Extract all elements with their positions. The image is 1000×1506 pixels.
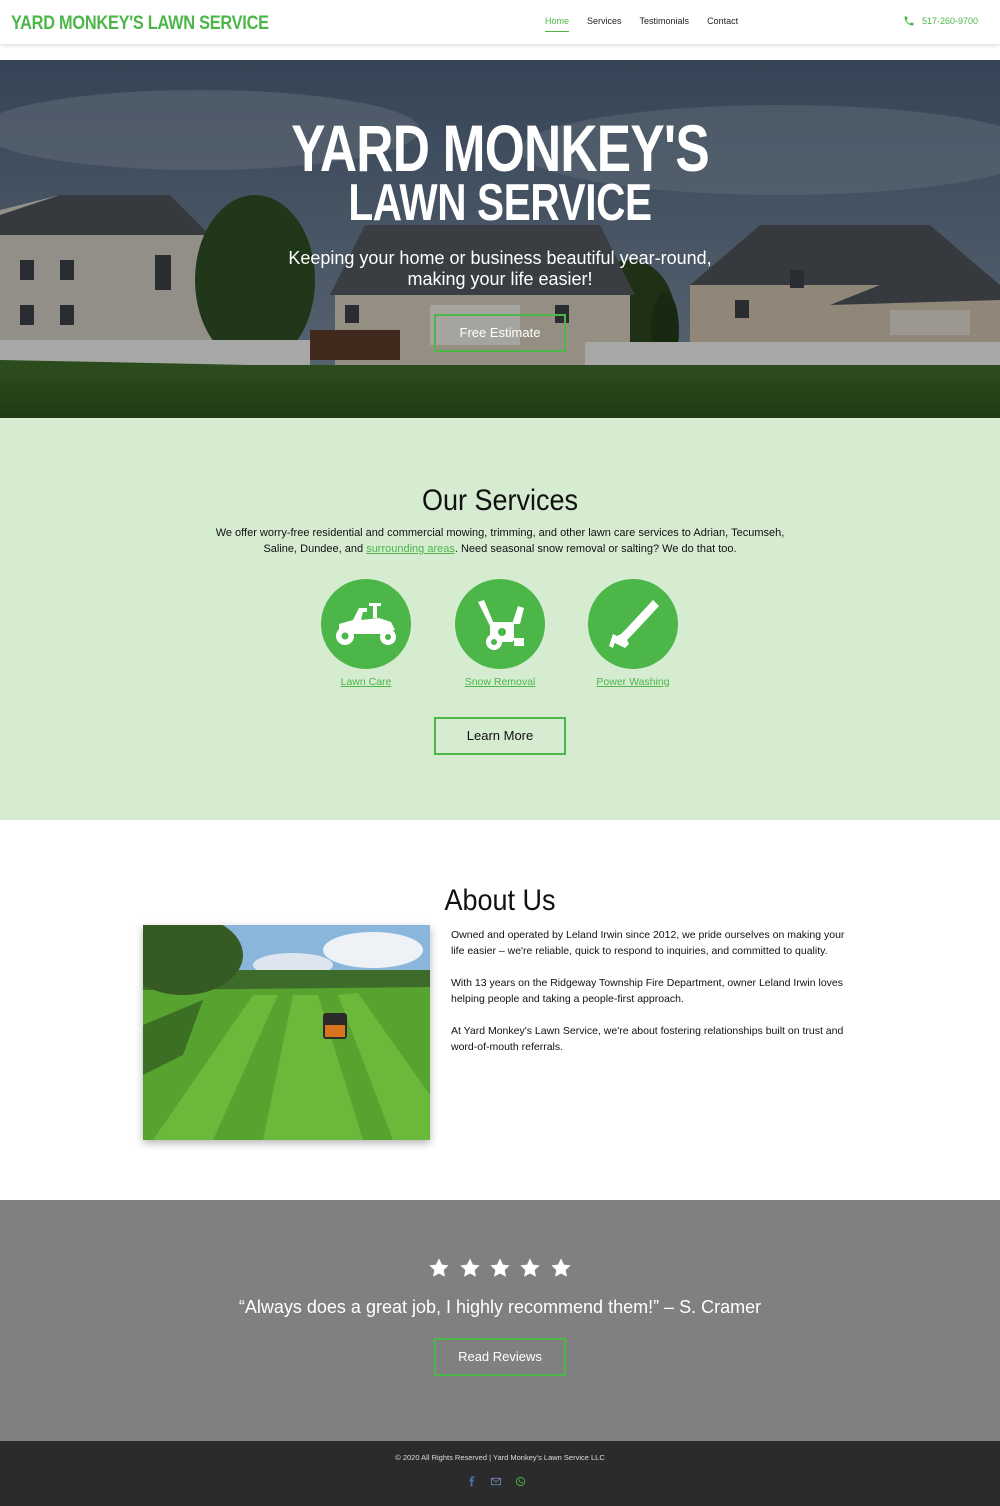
about-paragraph-1: Owned and operated by Leland Irwin since… <box>451 929 845 957</box>
social-links <box>466 1476 526 1487</box>
service-circle[interactable] <box>321 579 411 669</box>
service-snow-removal[interactable]: Snow Removal <box>440 579 560 688</box>
service-label-lawn-care[interactable]: Lawn Care <box>306 676 426 688</box>
star-icon <box>459 1258 480 1277</box>
star-rating <box>0 1257 1000 1284</box>
service-circle[interactable] <box>588 579 678 669</box>
hero-section: YARD MONKEY'S LAWN SERVICE Keeping your … <box>0 60 1000 418</box>
main-nav: Home Services Testimonials Contact <box>545 16 756 32</box>
phone-icon <box>904 16 914 26</box>
pressure-washer-icon <box>609 600 659 648</box>
star-icon <box>520 1258 541 1277</box>
service-circle[interactable] <box>455 579 545 669</box>
service-label-power-washing[interactable]: Power Washing <box>573 676 693 688</box>
about-text: Owned and operated by Leland Irwin since… <box>451 927 856 1071</box>
star-icon <box>429 1258 449 1277</box>
star-icon <box>551 1258 571 1277</box>
testimonial-quote: “Always does a great job, I highly recom… <box>238 1297 762 1317</box>
testimonial-section: “Always does a great job, I highly recom… <box>0 1200 1000 1441</box>
copyright-text: © 2020 All Rights Reserved | Yard Monkey… <box>395 1453 605 1462</box>
nav-home[interactable]: Home <box>545 16 570 32</box>
about-section: About Us Owned and operated by Leland Ir… <box>0 820 1000 1200</box>
about-title: About Us <box>444 884 556 917</box>
email-icon[interactable] <box>490 1476 502 1487</box>
service-label-snow-removal[interactable]: Snow Removal <box>440 676 560 688</box>
about-paragraph-3: At Yard Monkey's Lawn Service, we're abo… <box>451 1025 844 1053</box>
read-reviews-button[interactable]: Read Reviews <box>434 1338 566 1376</box>
snowblower-icon <box>478 600 524 650</box>
surrounding-areas-link[interactable]: surrounding areas <box>366 543 455 555</box>
about-photo <box>143 925 430 1140</box>
services-title: Our Services <box>421 484 579 517</box>
hero-title-line1: YARD MONKEY'S <box>291 111 710 185</box>
site-logo[interactable]: YARD MONKEY'S LAWN SERVICE <box>11 13 269 35</box>
site-footer: © 2020 All Rights Reserved | Yard Monkey… <box>0 1441 1000 1506</box>
nav-services[interactable]: Services <box>587 16 622 32</box>
phone-number[interactable]: 517-260-9700 <box>922 16 978 26</box>
header-phone[interactable]: 517-260-9700 <box>903 15 978 27</box>
hero-tagline-line2: making your life easier! <box>407 269 593 289</box>
mowed-lawn-image <box>143 925 430 1140</box>
service-lawn-care[interactable]: Lawn Care <box>306 579 426 688</box>
service-power-washing[interactable]: Power Washing <box>573 579 693 688</box>
facebook-icon[interactable] <box>466 1476 477 1487</box>
hero-title-line2: LAWN SERVICE <box>348 174 652 232</box>
free-estimate-button[interactable]: Free Estimate <box>434 314 566 352</box>
hero-tagline-line1: Keeping your home or business beautiful … <box>288 248 712 268</box>
star-icon <box>490 1258 510 1277</box>
learn-more-button[interactable]: Learn More <box>434 717 566 755</box>
riding-mower-icon <box>336 603 396 645</box>
whatsapp-icon[interactable] <box>515 1476 526 1487</box>
nav-testimonials[interactable]: Testimonials <box>640 16 690 32</box>
nav-contact[interactable]: Contact <box>707 16 738 32</box>
about-paragraph-2: With 13 years on the Ridgeway Township F… <box>451 977 843 1005</box>
services-section: Our Services We offer worry-free residen… <box>0 418 1000 820</box>
services-description: We offer worry-free residential and comm… <box>200 525 800 557</box>
services-desc-text-end: . Need seasonal snow removal or salting?… <box>454 543 737 555</box>
hero-tagline: Keeping your home or business beautiful … <box>0 248 1000 290</box>
site-header: YARD MONKEY'S LAWN SERVICE Home Services… <box>0 0 1000 44</box>
